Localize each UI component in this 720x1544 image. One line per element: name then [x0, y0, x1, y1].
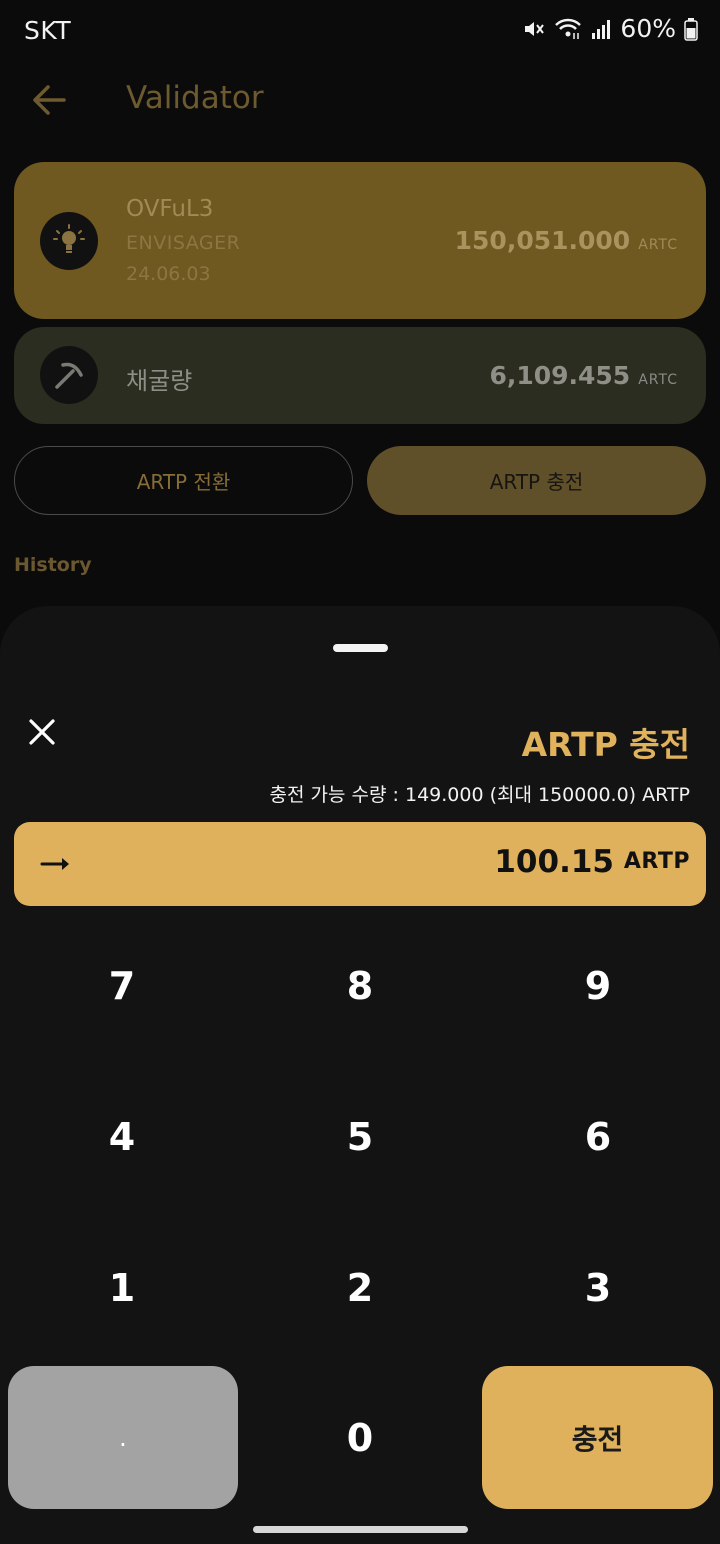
keypad-key-2[interactable]: 2 — [250, 1238, 470, 1338]
keypad-key-9[interactable]: 9 — [488, 936, 708, 1036]
signal-icon — [590, 18, 612, 40]
charge-confirm-button[interactable]: 충전 — [482, 1366, 713, 1509]
page-title: Validator — [126, 80, 264, 116]
keypad-key-4[interactable]: 4 — [12, 1087, 232, 1187]
arrow-right-icon — [40, 852, 72, 876]
mining-unit: ARTC — [638, 372, 678, 388]
validator-amount-group: 150,051.000 ARTC — [455, 226, 678, 255]
status-bar: SKT 60% — [0, 0, 720, 64]
charge-bottom-sheet: ARTP 충전 충전 가능 수량 : 149.000 (최대 150000.0)… — [0, 606, 720, 1544]
keypad-key-1[interactable]: 1 — [12, 1238, 232, 1338]
pickaxe-icon — [40, 346, 98, 404]
history-heading: History — [14, 554, 92, 576]
keypad-key-0[interactable]: 0 — [250, 1388, 470, 1488]
mining-amount: 6,109.455 — [489, 361, 631, 390]
keypad-key-decimal[interactable]: . — [8, 1366, 238, 1509]
available-amount-text: 충전 가능 수량 : 149.000 (최대 150000.0) ARTP — [269, 784, 690, 806]
app-header: Validator — [0, 64, 720, 136]
wifi-icon — [554, 17, 582, 41]
keypad-key-5[interactable]: 5 — [250, 1087, 470, 1187]
mining-card[interactable]: 채굴량 6,109.455 ARTC — [14, 327, 706, 424]
validator-unit: ARTC — [638, 237, 678, 253]
validator-name: OVFuL3 — [126, 196, 214, 222]
mining-amount-group: 6,109.455 ARTC — [489, 361, 678, 390]
validator-card[interactable]: OVFuL3 ENVISAGER 24.06.03 150,051.000 AR… — [14, 162, 706, 319]
mining-label: 채굴량 — [126, 367, 193, 395]
validator-amount: 150,051.000 — [454, 226, 631, 255]
home-indicator[interactable] — [253, 1526, 468, 1533]
keypad-key-8[interactable]: 8 — [250, 936, 470, 1036]
sheet-title: ARTP 충전 — [521, 725, 690, 764]
validator-date: 24.06.03 — [126, 263, 211, 285]
battery-icon — [684, 17, 698, 41]
close-icon[interactable] — [22, 712, 62, 752]
lightbulb-icon — [40, 212, 98, 270]
amount-input-field[interactable]: 100.15 ARTP — [14, 822, 706, 906]
arrow-left-icon[interactable] — [28, 82, 70, 118]
validator-type: ENVISAGER — [126, 232, 241, 254]
keypad-key-7[interactable]: 7 — [12, 936, 232, 1036]
carrier-label: SKT — [24, 16, 72, 45]
amount-input-unit: ARTP — [623, 849, 690, 874]
keypad-key-6[interactable]: 6 — [488, 1087, 708, 1187]
sheet-drag-handle[interactable] — [333, 644, 388, 652]
status-icons: 60% — [522, 14, 698, 43]
mute-icon — [522, 17, 546, 41]
artp-convert-button[interactable]: ARTP 전환 — [14, 446, 353, 515]
battery-percent: 60% — [620, 14, 676, 43]
amount-input-value: 100.15 — [494, 844, 614, 880]
keypad-key-3[interactable]: 3 — [488, 1238, 708, 1338]
artp-charge-button[interactable]: ARTP 충전 — [367, 446, 706, 515]
